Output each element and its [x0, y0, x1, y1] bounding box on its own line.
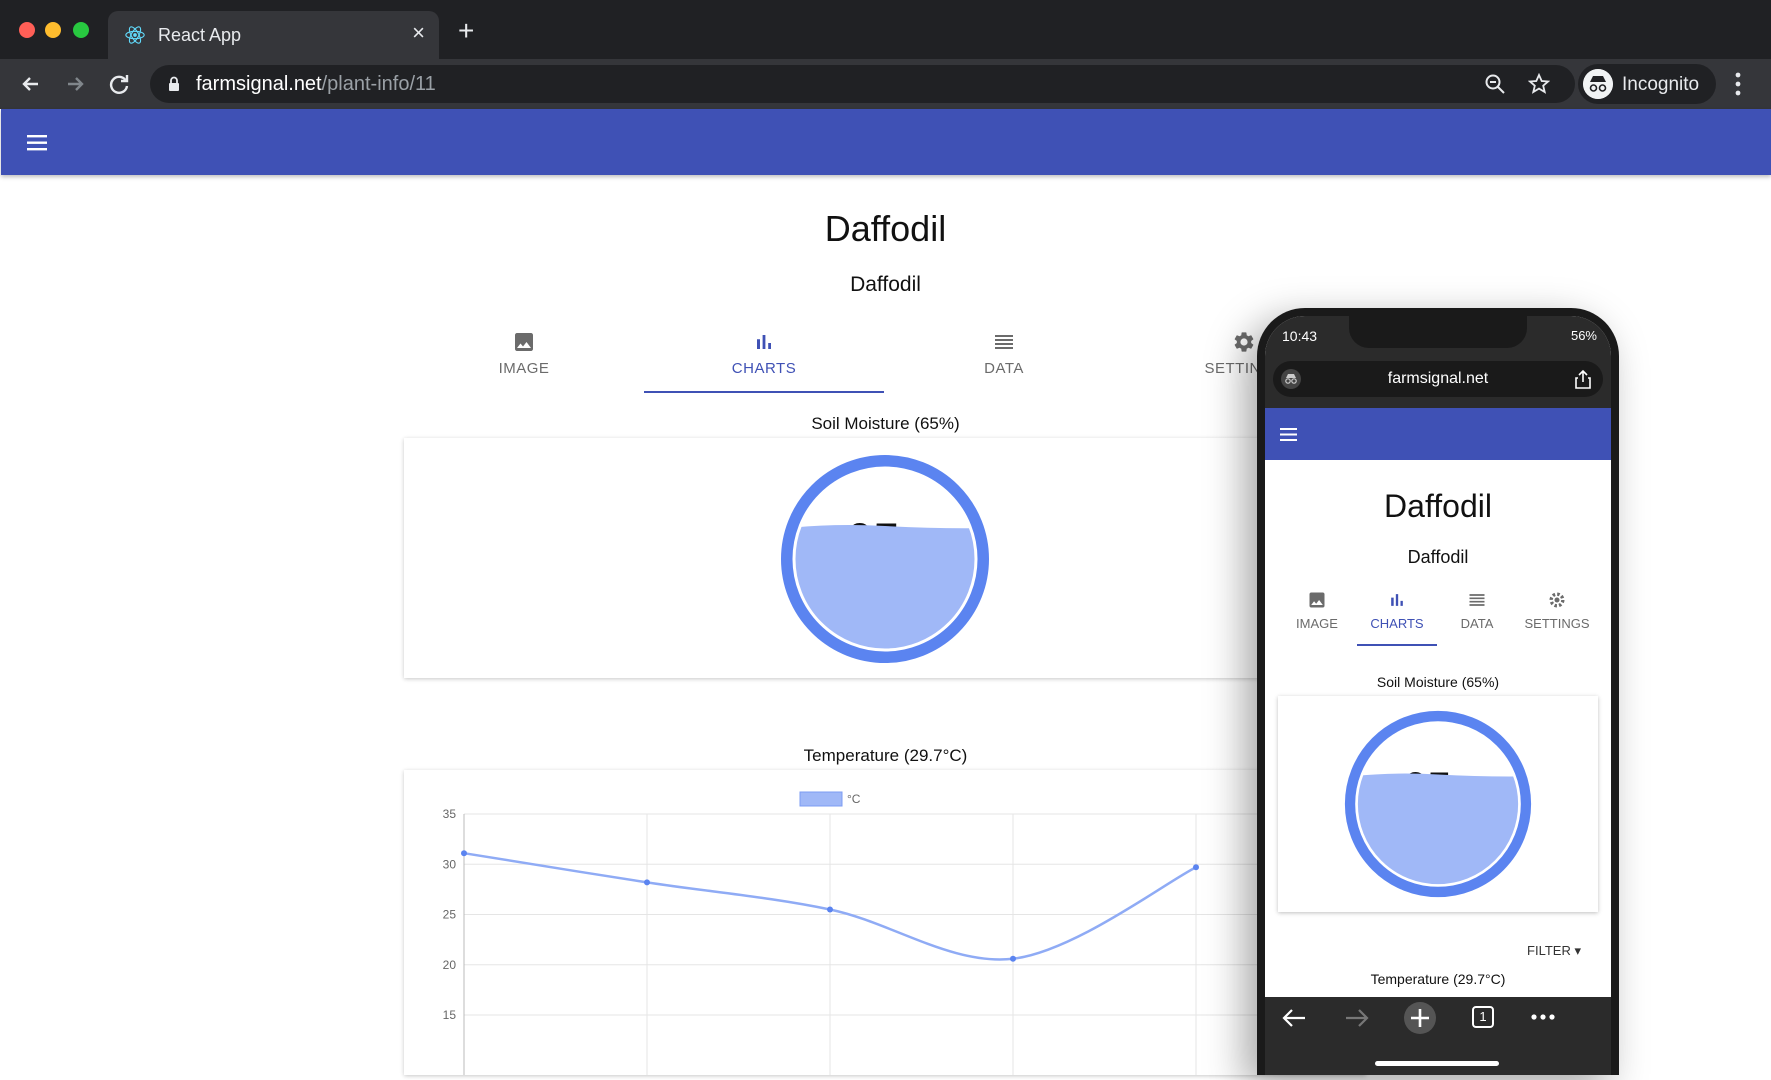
react-logo-icon	[125, 26, 145, 44]
close-window-button[interactable]	[19, 22, 35, 38]
phone-mockup: 10:43 56% farmsignal.net Daffodil Daffod…	[1257, 308, 1619, 1075]
tab-charts-label: CHARTS	[731, 360, 797, 377]
status-battery: 56%	[1570, 328, 1597, 343]
gauge-liquid-fill	[794, 525, 976, 650]
y-tick-label: 25	[443, 908, 457, 922]
mobile-bottom-toolbar: 1	[1265, 997, 1611, 1075]
gear-icon	[1234, 332, 1254, 352]
image-icon	[515, 333, 533, 351]
temperature-data-point	[461, 850, 467, 857]
list-icon	[1469, 594, 1485, 606]
tab-data[interactable]: DATA	[884, 320, 1124, 393]
mobile-soil-moisture-gauge: 65% 65%	[1344, 710, 1532, 898]
browser-tab[interactable]: React App ×	[108, 11, 439, 59]
status-time: 10:43	[1282, 328, 1318, 344]
page-subtitle: Daffodil	[850, 273, 921, 296]
mobile-soil-moisture-title: Soil Moisture (65%)	[1376, 674, 1500, 690]
mobile-app-bar	[1265, 408, 1611, 460]
more-menu-icon[interactable]	[1734, 71, 1742, 97]
y-tick-label: 15	[443, 1008, 457, 1022]
filter-button[interactable]: FILTER ▾	[1527, 943, 1581, 959]
browser-tab-bar: React App × +	[0, 0, 1771, 59]
legend-label: °C	[847, 792, 861, 806]
mobile-temperature-title: Temperature (29.7°C)	[1370, 971, 1506, 987]
mobile-tab-charts-label: CHARTS	[1370, 616, 1424, 631]
list-icon	[995, 335, 1013, 349]
hamburger-menu-icon[interactable]	[1280, 428, 1298, 441]
mobile-plant-tabs: IMAGE CHARTS DATA SETTINGS	[1277, 584, 1599, 646]
forward-arrow-icon[interactable]	[1344, 1007, 1370, 1029]
temperature-data-point	[827, 906, 833, 913]
temperature-data-point	[1193, 864, 1199, 871]
mobile-tab-data[interactable]: DATA	[1437, 584, 1517, 646]
browser-toolbar: farmsignal.net/plant-info/11 Incognito	[0, 59, 1771, 109]
new-tab-button[interactable]: +	[458, 17, 474, 45]
tab-title: React App	[158, 25, 242, 45]
phone-screen: 10:43 56% farmsignal.net Daffodil Daffod…	[1265, 316, 1611, 1075]
mobile-page-title: Daffodil	[1384, 488, 1492, 524]
tab-data-label: DATA	[984, 360, 1024, 377]
incognito-profile-button[interactable]: Incognito	[1578, 64, 1716, 104]
page-title: Daffodil	[824, 208, 947, 249]
tab-charts[interactable]: CHARTS	[644, 320, 884, 393]
y-tick-label: 20	[443, 958, 457, 972]
soil-moisture-gauge: 65% 65%	[781, 455, 989, 663]
image-icon	[1309, 592, 1325, 608]
reload-icon[interactable]	[104, 69, 134, 99]
mobile-tab-image-label: IMAGE	[1296, 616, 1338, 631]
share-icon[interactable]	[1575, 369, 1591, 389]
mobile-address-bar[interactable]: farmsignal.net	[1273, 361, 1603, 397]
new-tab-plus-icon[interactable]	[1403, 1001, 1437, 1035]
mobile-tab-charts[interactable]: CHARTS	[1357, 584, 1437, 646]
bookmark-star-icon[interactable]	[1528, 73, 1550, 95]
mobile-tab-image[interactable]: IMAGE	[1277, 584, 1357, 646]
back-arrow-icon[interactable]	[16, 69, 46, 99]
tab-count-button[interactable]: 1	[1472, 1006, 1494, 1028]
minimize-window-button[interactable]	[45, 22, 61, 38]
gear-icon	[1549, 592, 1565, 608]
address-bar[interactable]: farmsignal.net/plant-info/11	[150, 65, 1575, 103]
tab-image-label: IMAGE	[498, 360, 550, 377]
bar-chart-icon	[1391, 594, 1403, 606]
phone-notch	[1349, 316, 1527, 348]
temperature-card: °C 35 30 25 20 15	[404, 770, 1366, 1075]
hamburger-menu-icon[interactable]	[27, 135, 49, 151]
y-tick-label: 35	[443, 807, 457, 821]
soil-moisture-card: 65% 65%	[404, 438, 1366, 678]
mobile-tab-settings[interactable]: SETTINGS	[1517, 584, 1597, 646]
lock-icon	[169, 76, 179, 91]
mobile-url-text: farmsignal.net	[1387, 370, 1489, 387]
zoom-icon[interactable]	[1484, 73, 1506, 95]
back-arrow-icon[interactable]	[1281, 1007, 1307, 1029]
mobile-tab-data-label: DATA	[1460, 616, 1494, 631]
home-indicator	[1375, 1061, 1499, 1066]
filter-label: FILTER	[1527, 943, 1571, 958]
close-tab-icon[interactable]: ×	[412, 20, 425, 46]
profile-label: Incognito	[1622, 74, 1700, 95]
app-bar	[1, 109, 1771, 175]
maximize-window-button[interactable]	[73, 22, 89, 38]
caret-down-icon: ▾	[1574, 943, 1581, 958]
mobile-page-subtitle: Daffodil	[1407, 547, 1469, 567]
plant-tabs: IMAGE CHARTS DATA SETTINGS	[404, 320, 1366, 393]
url-text: farmsignal.net/plant-info/11	[196, 73, 436, 95]
tab-image[interactable]: IMAGE	[404, 320, 644, 393]
y-tick-label: 30	[443, 857, 457, 871]
more-menu-icon[interactable]	[1531, 1013, 1555, 1021]
forward-arrow-icon[interactable]	[60, 69, 90, 99]
temperature-line-chart: °C 35 30 25 20 15	[443, 791, 1366, 1075]
bar-chart-icon	[757, 335, 771, 349]
incognito-icon	[1583, 69, 1613, 99]
legend-swatch	[799, 791, 843, 807]
temperature-data-point	[644, 879, 650, 886]
mobile-soil-moisture-card: 65% 65%	[1278, 696, 1598, 912]
mobile-tab-settings-label: SETTINGS	[1524, 616, 1590, 631]
temperature-data-point	[1010, 955, 1016, 962]
